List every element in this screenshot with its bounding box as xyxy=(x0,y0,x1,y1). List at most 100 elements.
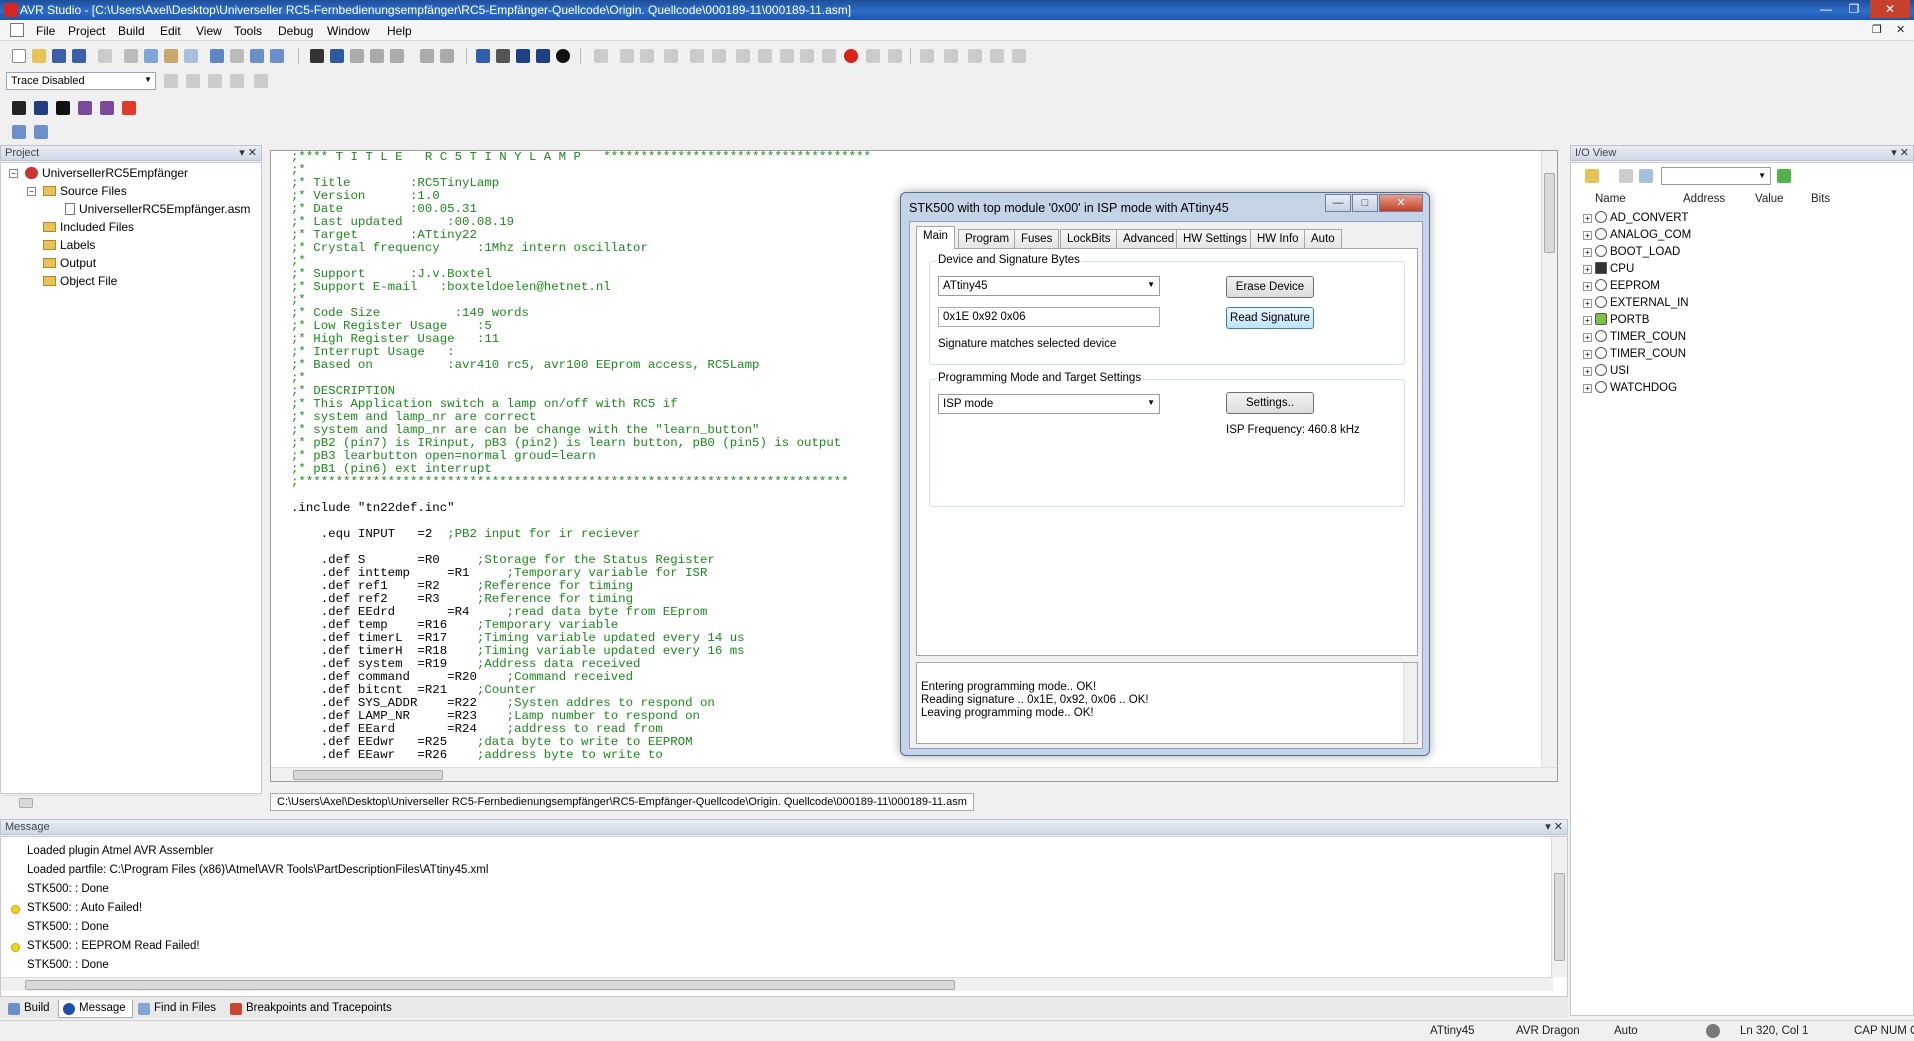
code-line[interactable]: ;**** T I T L E R C 5 T I N Y L A M P **… xyxy=(291,151,871,164)
io-item[interactable]: + BOOT_LOAD xyxy=(1583,245,1680,258)
tree-item-asm-file[interactable]: UniversellerRC5Empfänger.asm xyxy=(65,202,250,216)
message-vscroll[interactable] xyxy=(1551,837,1567,977)
tab-breakpoints[interactable]: Breakpoints and Tracepoints xyxy=(226,1000,398,1018)
scroll-thumb[interactable] xyxy=(1554,873,1565,961)
dialog-tab-main[interactable]: Main xyxy=(916,226,955,249)
code-line[interactable]: ;***************************************… xyxy=(291,476,871,489)
expand-icon[interactable]: + xyxy=(1583,299,1592,308)
io-list-icon[interactable] xyxy=(1639,169,1653,183)
chip-icon[interactable] xyxy=(516,49,530,63)
auto-step-icon[interactable] xyxy=(758,49,772,63)
trace-down-icon[interactable] xyxy=(230,74,244,88)
io-view-mode-icon[interactable] xyxy=(1619,169,1633,183)
tree-item-output[interactable]: Output xyxy=(43,256,96,270)
scroll-thumb[interactable] xyxy=(1544,173,1555,253)
next-bookmark-icon[interactable] xyxy=(370,49,384,63)
trace-filter-icon[interactable] xyxy=(208,74,222,88)
io-item[interactable]: + USI xyxy=(1583,364,1629,377)
step-out-icon[interactable] xyxy=(712,49,726,63)
find-icon[interactable] xyxy=(310,49,324,63)
maximize-button[interactable]: ❐ xyxy=(1840,0,1868,18)
io-item[interactable]: + ANALOG_COM xyxy=(1583,228,1691,241)
menu-help[interactable]: Help xyxy=(387,24,412,38)
run-icon[interactable] xyxy=(594,49,608,63)
lock-icon[interactable] xyxy=(100,101,114,115)
tab-find-in-files[interactable]: Find in Files xyxy=(134,1000,222,1018)
mdi-close-icon[interactable]: ✕ xyxy=(1896,23,1905,36)
dialog-maximize-button[interactable]: □ xyxy=(1352,194,1378,212)
memory-icon[interactable] xyxy=(944,49,958,63)
io-item[interactable]: + EXTERNAL_IN xyxy=(1583,296,1689,309)
dialog-tab-auto[interactable]: Auto xyxy=(1304,229,1342,248)
message-line[interactable]: Loaded partfile: C:\Program Files (x86)\… xyxy=(27,864,488,876)
io-item[interactable]: + AD_CONVERT xyxy=(1583,211,1688,224)
avr-icon[interactable] xyxy=(536,49,550,63)
code-line[interactable]: .include "tn22def.inc" xyxy=(291,502,871,515)
io-view-icon[interactable] xyxy=(1012,49,1026,63)
dialog-tab-program[interactable]: Program xyxy=(958,229,1017,248)
save-all-icon[interactable] xyxy=(72,49,86,63)
tree-item-object-file[interactable]: Object File xyxy=(43,274,117,288)
menu-view[interactable]: View xyxy=(196,24,222,38)
copy-icon[interactable] xyxy=(144,49,158,63)
trace-clear-icon[interactable] xyxy=(186,74,200,88)
menu-edit[interactable]: Edit xyxy=(160,24,181,38)
menu-tools[interactable]: Tools xyxy=(234,24,262,38)
save-icon[interactable] xyxy=(52,49,66,63)
step-into-icon[interactable] xyxy=(664,49,678,63)
io-item[interactable]: + PORTB xyxy=(1583,313,1649,326)
settings-button[interactable]: Settings.. xyxy=(1226,392,1314,414)
dialog-close-button[interactable]: ✕ xyxy=(1379,194,1423,212)
io-go-icon[interactable] xyxy=(1777,169,1791,183)
editor-vscroll[interactable] xyxy=(1541,151,1557,767)
trace-settings-icon[interactable] xyxy=(164,74,178,88)
expand-icon[interactable]: + xyxy=(1583,214,1592,223)
code-line[interactable]: ;* Crystal frequency :1Mhz intern oscill… xyxy=(291,242,871,255)
expand-icon[interactable]: + xyxy=(1583,316,1592,325)
io-item[interactable]: + WATCHDOG xyxy=(1583,381,1677,394)
device-select[interactable]: ATtiny45 ▼ xyxy=(938,276,1160,296)
editor-hscroll[interactable] xyxy=(271,767,1557,781)
message-hscroll[interactable] xyxy=(1,977,1553,991)
window-icon[interactable] xyxy=(250,49,264,63)
dialog-tab-hw-settings[interactable]: HW Settings xyxy=(1176,229,1254,248)
chip-program-icon[interactable] xyxy=(56,101,70,115)
io-item[interactable]: + CPU xyxy=(1583,262,1634,275)
watch-icon[interactable] xyxy=(920,49,934,63)
io-item[interactable]: + EEPROM xyxy=(1583,279,1660,292)
new-file-icon[interactable] xyxy=(12,49,26,63)
pane-buttons[interactable]: ▾ ✕ xyxy=(1891,146,1909,159)
break-icon[interactable] xyxy=(620,49,634,63)
dialog-minimize-button[interactable]: — xyxy=(1325,194,1351,212)
tree-item-included-files[interactable]: Included Files xyxy=(43,220,134,234)
dialog-tab-hw-info[interactable]: HW Info xyxy=(1250,229,1306,248)
collapse-icon[interactable]: − xyxy=(27,187,36,196)
find-next-icon[interactable] xyxy=(330,49,344,63)
redo-icon[interactable] xyxy=(230,49,244,63)
cut-icon[interactable] xyxy=(124,49,138,63)
indent-icon[interactable] xyxy=(420,49,434,63)
undo-icon[interactable] xyxy=(210,49,224,63)
menu-debug[interactable]: Debug xyxy=(278,24,313,38)
connect-icon[interactable] xyxy=(556,49,570,63)
io-item[interactable]: + TIMER_COUN xyxy=(1583,330,1686,343)
new-breakpoint-icon[interactable] xyxy=(888,49,902,63)
expand-icon[interactable]: + xyxy=(1583,367,1592,376)
registers-icon[interactable] xyxy=(968,49,982,63)
print-icon[interactable] xyxy=(98,49,112,63)
menu-window[interactable]: Window xyxy=(327,24,370,38)
fuse-icon[interactable] xyxy=(78,101,92,115)
io-col-bits[interactable]: Bits xyxy=(1811,193,1830,205)
outdent-icon[interactable] xyxy=(440,49,454,63)
dialog-tab-lockbits[interactable]: LockBits xyxy=(1060,229,1118,248)
clear-bookmarks-icon[interactable] xyxy=(390,49,404,63)
step-over-icon[interactable] xyxy=(690,49,704,63)
tree-item-labels[interactable]: Labels xyxy=(43,238,95,252)
collapse-icon[interactable]: − xyxy=(9,169,18,178)
register-view-icon[interactable] xyxy=(34,125,48,139)
reset-icon[interactable] xyxy=(640,49,654,63)
log-vscroll[interactable] xyxy=(1403,663,1417,743)
trace-up-icon[interactable] xyxy=(254,74,268,88)
message-line[interactable]: STK500: : Auto Failed! xyxy=(27,902,142,914)
scroll-thumb[interactable] xyxy=(19,798,33,808)
